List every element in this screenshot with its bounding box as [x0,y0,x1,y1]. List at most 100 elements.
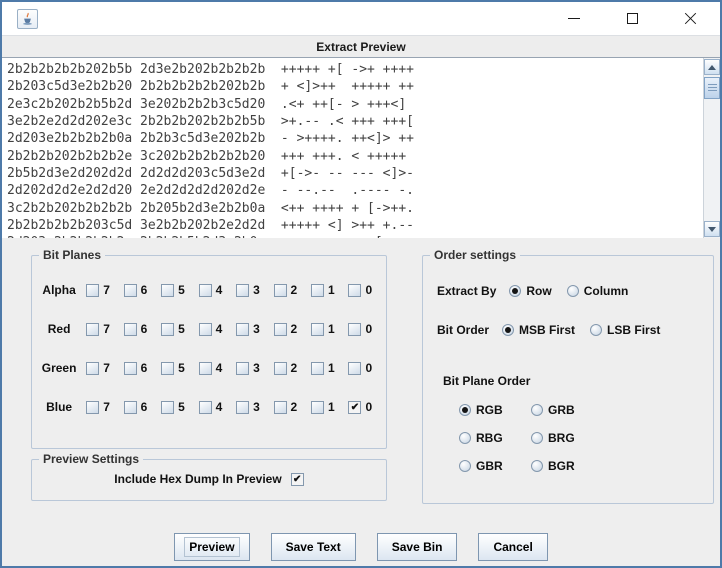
radio-label: Row [526,284,552,298]
checkbox-blue-7[interactable] [86,400,100,414]
radio-circle-icon [531,460,543,472]
scrollbar-thumb[interactable] [704,77,720,99]
checkbox-alpha-2[interactable] [273,283,287,297]
bit-digit: 7 [103,283,110,297]
bit-cell: 7 [86,400,123,414]
checkbox-red-0[interactable] [348,322,362,336]
bit-digit: 1 [328,361,335,375]
bit-cell: 1 [311,361,348,375]
titlebar[interactable] [2,2,720,35]
checkbox-red-1[interactable] [311,322,325,336]
bit-digit: 5 [178,283,185,297]
close-button[interactable] [676,5,704,33]
checkbox-alpha-4[interactable] [198,283,212,297]
window-controls [560,2,704,35]
bit-cell: 2 [273,322,311,336]
maximize-button[interactable] [618,5,646,33]
checkbox-alpha-5[interactable] [161,283,175,297]
checkbox-blue-2[interactable] [273,400,287,414]
bit-order-row: Bit Order MSB First LSB First [437,323,660,337]
channel-label: Alpha [42,283,76,297]
checkbox-blue-4[interactable] [198,400,212,414]
checkbox-green-2[interactable] [273,361,287,375]
radio-column[interactable]: Column [566,284,628,298]
checkbox-red-5[interactable] [161,322,175,336]
extract-by-label: Extract By [437,284,497,298]
bit-plane-order-label: Bit Plane Order [443,374,531,388]
checkbox-green-3[interactable] [236,361,250,375]
order-settings-group: Order settings Extract By Row Column Bit … [422,248,714,504]
extract-preview-textarea[interactable]: 2b2b2b2b2b202b5b 2d3e2b202b2b2b2b +++++ … [2,57,720,239]
hex-dump-line: 2d203e2b2b2b2b0a 2b2b3c5d3e202b2b - >+++… [7,131,414,147]
bit-digit: 6 [140,322,148,336]
radio-label: RBG [476,431,503,445]
java-coffee-glyph [23,12,32,25]
bit-cell: 6 [123,322,161,336]
checkbox-green-6[interactable] [123,361,137,375]
bit-digit: 0 [365,361,373,375]
radio-lsb-first[interactable]: LSB First [590,323,660,337]
bit-digit: 7 [103,322,110,336]
checkbox-green-7[interactable] [86,361,100,375]
cancel-button[interactable]: Cancel [478,533,548,561]
checkbox-blue-3[interactable] [236,400,250,414]
checkbox-green-0[interactable] [348,361,362,375]
bit-cell: 5 [161,283,198,297]
bit-digit: 4 [215,400,223,414]
bit-cell: 7 [86,322,123,336]
checkbox-alpha-7[interactable] [86,283,100,297]
hex-dump: 2b2b2b2b2b202b5b 2d3e2b202b2b2b2b +++++ … [2,58,720,238]
radio-circle-icon [459,404,471,416]
minimize-button[interactable] [560,5,588,33]
radio-grb[interactable]: GRB [531,403,603,417]
scroll-up-button[interactable] [704,59,720,75]
checkbox-red-3[interactable] [236,322,250,336]
checkbox-blue-6[interactable] [123,400,137,414]
bit-digit: 2 [290,283,298,297]
bit-cell: 6 [123,361,161,375]
bit-cell: 3 [236,400,273,414]
radio-rgb[interactable]: RGB [459,403,531,417]
radio-bgr[interactable]: BGR [531,459,603,473]
preview-button[interactable]: Preview [174,533,250,561]
radio-rbg[interactable]: RBG [459,431,531,445]
radio-row[interactable]: Row [509,284,552,298]
extract-by-options: Row Column [509,284,628,298]
radio-brg[interactable]: BRG [531,431,603,445]
checkbox-alpha-3[interactable] [236,283,250,297]
order-settings-title: Order settings [430,248,521,262]
checkbox-red-2[interactable] [273,322,287,336]
checkbox-blue-0[interactable] [348,400,362,414]
hex-dump-line: 2b203c5d3e2b2b20 2b2b2b2b2b202b2b + <]>+… [7,79,414,95]
checkbox-green-1[interactable] [311,361,325,375]
checkbox-red-6[interactable] [123,322,137,336]
include-hex-checkbox[interactable] [290,472,304,486]
radio-msb-first[interactable]: MSB First [502,323,575,337]
bit-cell: 2 [273,283,311,297]
settings-area: Bit Planes Alpha 7 6 5 4 3 2 1 0 Red 7 6 5 4 3 2 1 0 Green… [2,238,720,566]
bit-digit: 0 [365,322,373,336]
bit-cell: 0 [348,400,385,414]
save-text-button[interactable]: Save Text [270,533,356,561]
checkbox-alpha-6[interactable] [123,283,137,297]
checkbox-red-4[interactable] [198,322,212,336]
radio-label: RGB [476,403,503,417]
scroll-down-button[interactable] [704,221,720,237]
checkbox-alpha-1[interactable] [311,283,325,297]
hex-dump-line: 2d202d2d2e2d2d20 2e2d2d2d2d202d2e - --.-… [7,183,414,199]
bit-cell: 7 [86,283,123,297]
bit-digit: 5 [178,400,185,414]
radio-label: GBR [476,459,503,473]
checkbox-alpha-0[interactable] [348,283,362,297]
bit-digit: 1 [328,322,335,336]
checkbox-red-7[interactable] [86,322,100,336]
radio-gbr[interactable]: GBR [459,459,531,473]
checkbox-green-4[interactable] [198,361,212,375]
checkbox-blue-1[interactable] [311,400,325,414]
checkbox-blue-5[interactable] [161,400,175,414]
extract-preview-window: Extract Preview 2b2b2b2b2b202b5b 2d3e2b2… [0,0,722,568]
bit-digit: 4 [215,283,223,297]
vertical-scrollbar[interactable] [703,58,720,238]
checkbox-green-5[interactable] [161,361,175,375]
save-bin-button[interactable]: Save Bin [376,533,458,561]
